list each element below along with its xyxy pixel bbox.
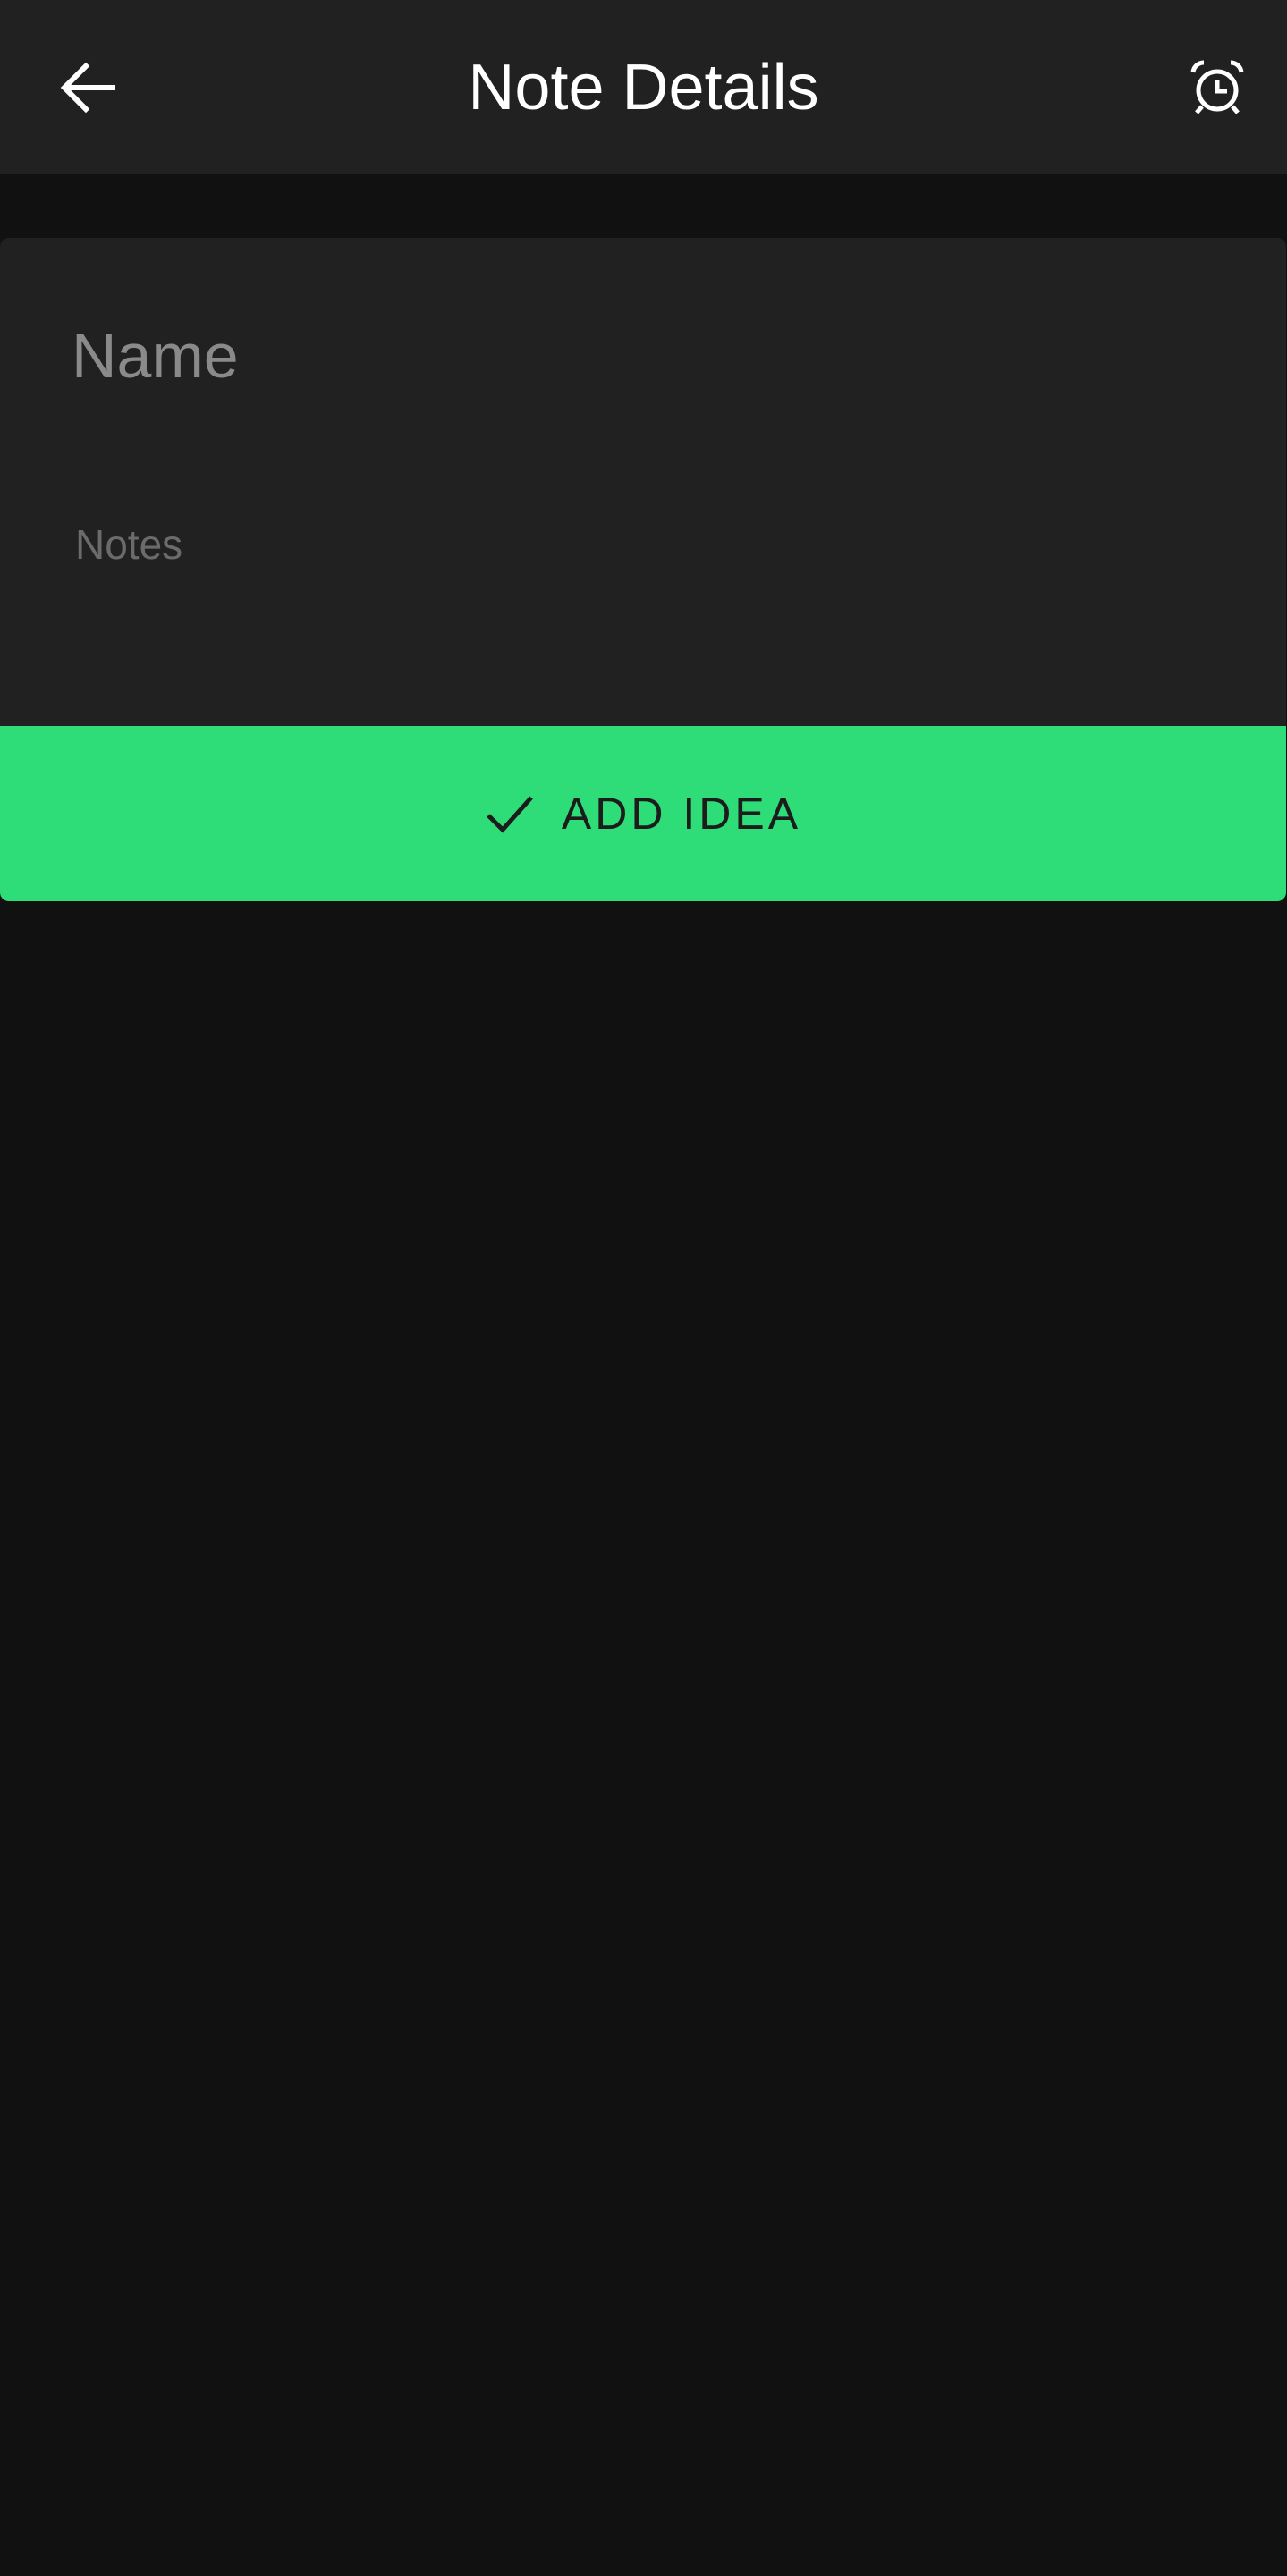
alarm-button[interactable] [1174, 46, 1260, 132]
alarm-clock-icon [1190, 59, 1245, 120]
note-form-card: ADD IDEA [0, 238, 1286, 901]
add-idea-button[interactable]: ADD IDEA [0, 726, 1286, 901]
add-idea-label: ADD IDEA [561, 789, 802, 839]
page-title: Note Details [468, 52, 819, 123]
name-input[interactable] [72, 311, 1216, 401]
notes-input[interactable] [75, 520, 1220, 681]
check-icon [485, 789, 535, 839]
app-bar: Note Details [0, 0, 1287, 174]
